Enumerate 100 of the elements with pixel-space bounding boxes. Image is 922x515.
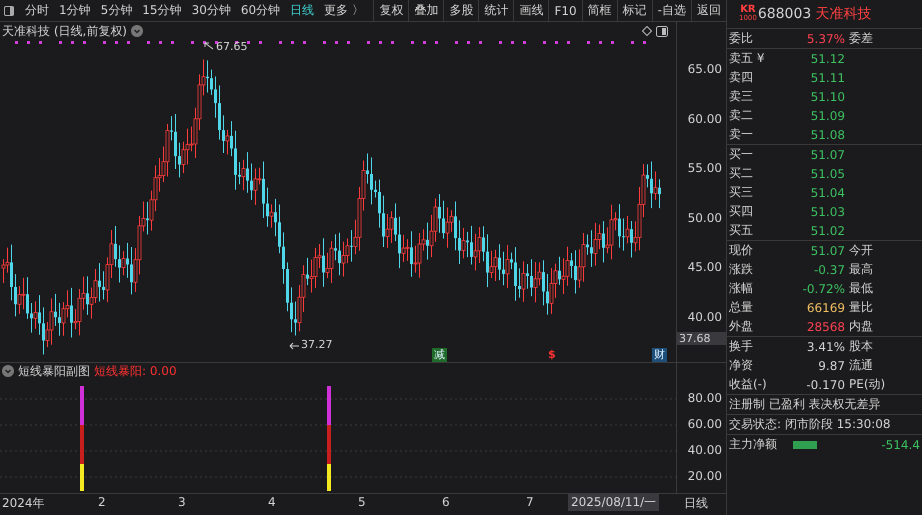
field-value: 51.07 — [810, 244, 845, 258]
high-price-label: 67.65 — [216, 40, 248, 53]
bid-label: 买五 — [729, 222, 754, 239]
bid-label: 买四 — [729, 203, 754, 220]
stock-tags: 注册制 已盈利 表决权无差异 — [729, 396, 881, 413]
period-tab[interactable]: 分时 — [20, 0, 54, 21]
event-marker[interactable]: 减 — [432, 348, 447, 362]
field-label: 现价 — [729, 242, 754, 259]
indicator-tick: 60.00 — [688, 417, 722, 431]
ask-label: 卖五 ¥ — [729, 50, 766, 67]
period-tab[interactable]: 15分钟 — [137, 0, 187, 21]
field-label: 最高 — [849, 261, 873, 278]
price-tick: 65.00 — [688, 62, 722, 76]
indicator-tick: 80.00 — [688, 391, 722, 405]
cursor-date: 2025/08/11/一 — [568, 494, 660, 511]
toolbar-button[interactable]: 返回 — [691, 0, 726, 21]
period-tab[interactable]: 30分钟 — [186, 0, 236, 21]
period-tab[interactable]: 60分钟 — [236, 0, 286, 21]
month-label: 6 — [442, 495, 450, 509]
field-label: 委比 — [729, 30, 754, 47]
month-label: 2024年 — [2, 495, 45, 512]
ask-price: 51.10 — [810, 90, 845, 104]
toolbar-button[interactable]: 标记 — [616, 0, 652, 21]
ask-label: 卖四 — [729, 69, 754, 86]
field-label: 内盘 — [849, 318, 873, 335]
month-label: 5 — [358, 495, 366, 509]
ask-price: 51.12 — [810, 52, 845, 66]
toolbar-button[interactable]: 统计 — [478, 0, 514, 21]
price-tick: 55.00 — [688, 161, 722, 175]
field-label: 最低 — [849, 280, 873, 297]
field-value: 5.37% — [806, 32, 845, 46]
price-tick: 60.00 — [688, 112, 722, 126]
toolbar-button[interactable]: 多股 — [443, 0, 478, 21]
toolbar-button[interactable]: 叠加 — [408, 0, 444, 21]
field-label: PE(动) — [849, 376, 886, 393]
stock-name: 天准科技 — [815, 5, 872, 23]
ask-label: 卖三 — [729, 88, 754, 105]
bid-price: 51.07 — [810, 148, 845, 162]
ask-price: 51.11 — [810, 70, 845, 84]
pointer-arrow-icon — [289, 342, 299, 350]
field-value: 9.87 — [817, 358, 845, 372]
period-label: 日线 — [684, 495, 708, 512]
bid-price: 51.03 — [810, 204, 845, 218]
toolbar-button[interactable]: F10 — [548, 0, 582, 21]
bid-price: 51.02 — [810, 224, 845, 238]
event-marker[interactable]: 财 — [652, 348, 667, 362]
price-tick: 40.00 — [688, 310, 722, 324]
field-value: 3.41% — [806, 340, 845, 354]
field-label: 流通 — [849, 357, 873, 374]
bid-label: 买三 — [729, 184, 754, 201]
toolbar-button[interactable]: -自选 — [652, 0, 691, 21]
field-label: 委差 — [849, 30, 873, 47]
month-label: 7 — [526, 495, 534, 509]
field-value: 28568 — [806, 320, 845, 334]
bid-price: 51.04 — [810, 186, 845, 200]
stock-code: 688003 — [758, 6, 812, 22]
diamond-icon[interactable] — [642, 26, 652, 36]
ask-price: 51.09 — [810, 108, 845, 122]
price-tick: 50.00 — [688, 210, 722, 224]
field-value: 66169 — [806, 300, 845, 314]
field-value: -0.72% — [802, 282, 845, 296]
field-value: -514.4 — [881, 438, 920, 452]
board-label: KR — [740, 5, 756, 14]
bid-label: 买一 — [729, 146, 754, 163]
field-label: 涨跌 — [729, 261, 754, 278]
field-value: -0.170 — [805, 378, 845, 392]
field-label: 总量 — [729, 299, 754, 316]
chart-title: 天准科技 (日线,前复权) — [2, 22, 127, 40]
indicator-tick: 20.00 — [688, 469, 722, 483]
toolbar-button[interactable]: 简框 — [582, 0, 617, 21]
field-label: 净资 — [729, 357, 754, 374]
period-tab[interactable]: 更多 〉 — [319, 0, 369, 21]
low-price-label: 37.27 — [301, 338, 332, 351]
field-label: 外盘 — [729, 318, 754, 335]
month-label: 4 — [268, 495, 276, 509]
field-value: -0.37 — [812, 262, 845, 276]
chevron-icon[interactable] — [2, 365, 14, 377]
bid-price: 51.05 — [810, 166, 845, 180]
panel-toggle-icon[interactable] — [4, 6, 14, 16]
month-label: 3 — [178, 495, 186, 509]
chevron-icon[interactable] — [131, 25, 143, 37]
field-label: 换手 — [729, 338, 754, 355]
pointer-arrow-icon — [204, 42, 214, 50]
field-label: 涨幅 — [729, 280, 754, 297]
panel-toggle-icon[interactable] — [656, 26, 668, 36]
event-marker[interactable]: $ — [546, 348, 558, 362]
field-label: 主力净额 — [729, 436, 778, 453]
ask-label: 卖一 — [729, 126, 754, 143]
price-tick: 45.00 — [688, 260, 722, 274]
ask-label: 卖二 — [729, 107, 754, 124]
toolbar-button[interactable]: 复权 — [373, 0, 408, 21]
indicator-tick: 40.00 — [688, 443, 722, 457]
field-label: 今开 — [849, 242, 873, 259]
field-label: 量比 — [849, 299, 873, 316]
period-tab[interactable]: 1分钟 — [54, 0, 96, 21]
period-tab[interactable]: 日线 — [285, 0, 320, 21]
toolbar-button[interactable]: 画线 — [513, 0, 548, 21]
field-label: 股本 — [849, 338, 873, 355]
period-tab[interactable]: 5分钟 — [96, 0, 138, 21]
ask-price: 51.08 — [810, 128, 845, 142]
